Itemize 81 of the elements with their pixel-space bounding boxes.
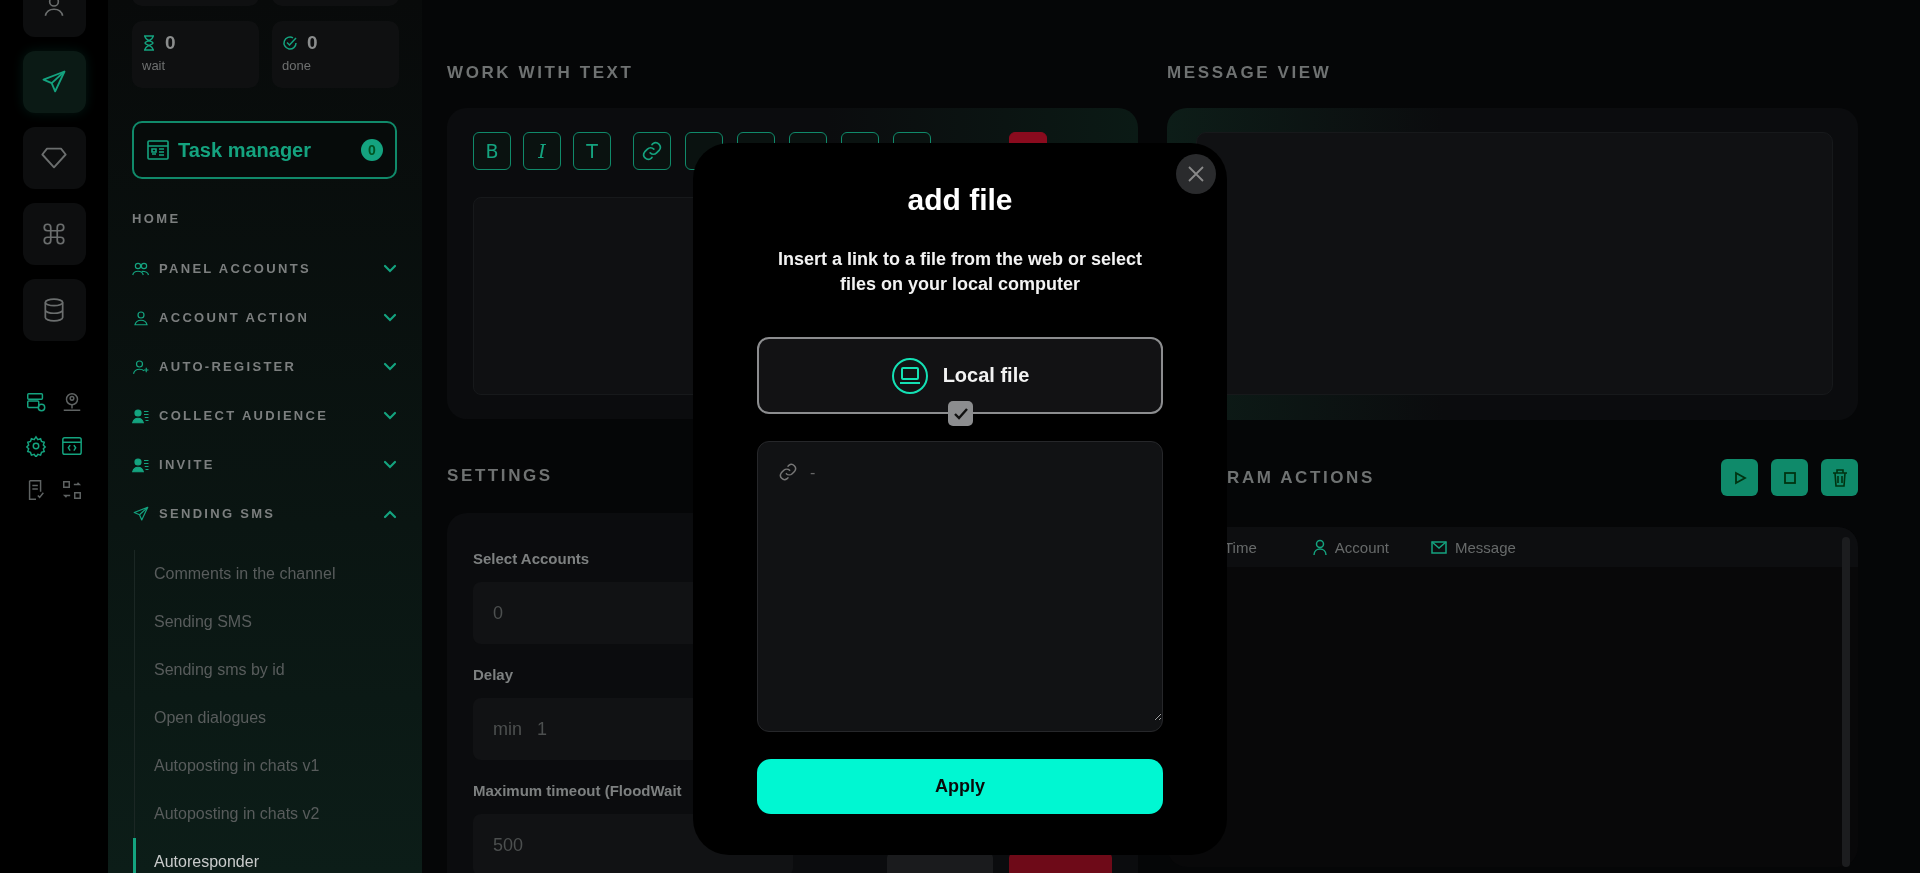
chevron-icon[interactable]	[383, 361, 397, 372]
unit-label: min	[493, 718, 522, 740]
stat-label: done	[282, 58, 312, 73]
check-circle-icon	[282, 35, 298, 51]
nav-item[interactable]: Open dialogues	[133, 694, 422, 742]
rail-button[interactable]	[22, 203, 86, 265]
nav-item[interactable]: Comments in the channel	[133, 550, 422, 598]
chevron-icon[interactable]	[383, 508, 397, 519]
chevron-icon[interactable]	[383, 312, 397, 323]
section-title: WORK WITH TEXT	[447, 63, 634, 83]
close-icon	[1186, 164, 1206, 184]
person-add-icon	[132, 357, 150, 376]
checkbox[interactable]	[948, 401, 973, 426]
column-header: Time	[1224, 538, 1257, 556]
rail-button[interactable]	[22, 127, 86, 189]
gear-icon[interactable]	[25, 435, 47, 457]
dialog-description: Insert a link to a file from the web or select files on your local computer	[776, 248, 1144, 296]
person-list-icon	[132, 455, 150, 474]
task-board-icon	[146, 138, 170, 162]
stat-value: 0	[165, 32, 176, 54]
field-label: Maximum timeout (FloodWait	[473, 782, 682, 801]
format-button[interactable]: B	[473, 132, 511, 170]
chevron-icon[interactable]	[383, 410, 397, 421]
person-pin-icon[interactable]	[61, 391, 83, 413]
link-input-field[interactable]: -	[757, 441, 1163, 732]
chevron-icon[interactable]	[383, 459, 397, 470]
scrollbar[interactable]	[1842, 537, 1850, 867]
nav-section[interactable]: ACCOUNT ACTION	[159, 310, 383, 325]
play-icon	[1732, 470, 1747, 485]
link-button[interactable]	[633, 132, 671, 170]
nav-link[interactable]: HOME	[132, 211, 181, 229]
format-button[interactable]: T	[573, 132, 611, 170]
nav-item[interactable]: Sending SMS	[133, 598, 422, 646]
nav-section[interactable]: COLLECT AUDIENCE	[159, 408, 383, 423]
nav-item[interactable]: Sending sms by id	[133, 646, 422, 694]
section-title: RAM ACTIONS	[1227, 467, 1375, 488]
field-label: Select Accounts	[473, 550, 590, 569]
trash-icon	[1831, 468, 1848, 487]
column-header: Message	[1455, 538, 1516, 556]
check-icon	[953, 407, 968, 420]
stop-icon	[1782, 470, 1797, 485]
rail-button[interactable]	[22, 279, 86, 341]
person-icon	[1312, 538, 1327, 556]
stat-value: 0	[307, 32, 318, 54]
dialog-title: add file	[907, 183, 1013, 217]
nav-section[interactable]: AUTO-REGISTER	[159, 359, 383, 374]
hourglass-icon	[142, 35, 156, 51]
send-icon	[132, 504, 150, 523]
person-icon	[132, 308, 150, 327]
chevron-icon[interactable]	[383, 263, 397, 274]
count-badge: 0	[361, 139, 383, 161]
local-file-button[interactable]: Local file	[757, 337, 1163, 414]
server-check-icon[interactable]	[25, 391, 47, 413]
stat-label: wait	[142, 58, 167, 73]
task-manager-button[interactable]: Task manager 0	[132, 121, 397, 179]
person-list-icon	[132, 406, 150, 425]
nav-section[interactable]: INVITE	[159, 457, 383, 472]
format-button[interactable]: I	[523, 132, 561, 170]
section-title: MESSAGE VIEW	[1167, 63, 1332, 83]
apply-button[interactable]: Apply	[757, 759, 1163, 814]
nav-item[interactable]: Autoposting in chats v2	[133, 790, 422, 838]
laptop-icon	[890, 356, 929, 395]
swap-icon[interactable]	[61, 479, 83, 501]
mail-icon	[1431, 540, 1447, 554]
command-icon	[41, 221, 67, 247]
nav-section[interactable]: PANEL ACCOUNTS	[159, 261, 383, 276]
link-icon	[778, 462, 798, 482]
play-button[interactable]	[1721, 459, 1758, 496]
stop-button[interactable]	[1771, 459, 1808, 496]
close-button[interactable]	[1176, 154, 1216, 194]
rail-button[interactable]	[22, 51, 86, 113]
section-title: SETTINGS	[447, 466, 553, 486]
link-icon	[641, 140, 663, 162]
field-label: Delay	[473, 666, 514, 685]
database-icon	[41, 297, 67, 323]
nav-item[interactable]: Autoposting in chats v1	[133, 742, 422, 790]
delete-button[interactable]	[1821, 459, 1858, 496]
column-header: Account	[1334, 538, 1389, 556]
code-window-icon[interactable]	[61, 435, 83, 457]
nav-item[interactable]: Autoresponder	[133, 838, 422, 873]
nav-section[interactable]: SENDING SMS	[159, 506, 383, 521]
